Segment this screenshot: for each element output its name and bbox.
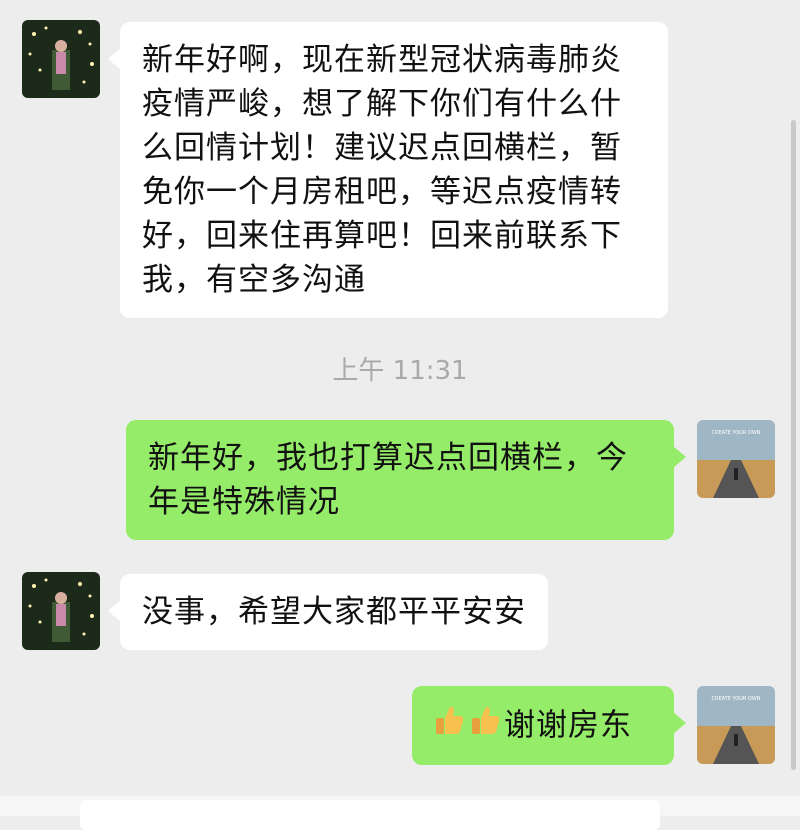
- message-text: 新年好，我也打算迟点回横栏，今年是特殊情况: [148, 440, 628, 520]
- avatar-caption: CREATE YOUR OWN: [711, 696, 760, 702]
- message-text: 新年好啊，现在新型冠状病毒肺炎疫情严峻，想了解下你们有什么什么回情计划！建议迟点…: [142, 42, 622, 298]
- message-bubble-sent[interactable]: 新年好，我也打算迟点回横栏，今年是特殊情况: [126, 420, 686, 540]
- message-text: 谢谢房东: [504, 707, 632, 744]
- message-bubble-received[interactable]: 没事，希望大家都平平安安: [108, 574, 548, 650]
- thumbs-up-icon: [432, 703, 466, 749]
- user-avatar[interactable]: CREATE YOUR OWN: [697, 686, 775, 764]
- thumbs-up-icon: [468, 703, 502, 749]
- message-input[interactable]: [80, 800, 660, 830]
- scrollbar[interactable]: [791, 120, 796, 770]
- desert-road-photo: CREATE YOUR OWN: [697, 686, 775, 764]
- message-text: 没事，希望大家都平平安安: [142, 594, 526, 630]
- message-bubble-sent[interactable]: 谢谢房东: [412, 686, 686, 765]
- message-bubble-received[interactable]: 新年好啊，现在新型冠状病毒肺炎疫情严峻，想了解下你们有什么什么回情计划！建议迟点…: [108, 22, 668, 318]
- night-garden-photo: [22, 572, 100, 650]
- night-garden-photo: [22, 20, 100, 98]
- message-timestamp: 上午 11:31: [332, 356, 468, 386]
- user-avatar[interactable]: CREATE YOUR OWN: [697, 420, 775, 498]
- desert-road-photo: CREATE YOUR OWN: [697, 420, 775, 498]
- landlord-avatar[interactable]: [22, 572, 100, 650]
- avatar-caption: CREATE YOUR OWN: [711, 430, 760, 436]
- landlord-avatar[interactable]: [22, 20, 100, 98]
